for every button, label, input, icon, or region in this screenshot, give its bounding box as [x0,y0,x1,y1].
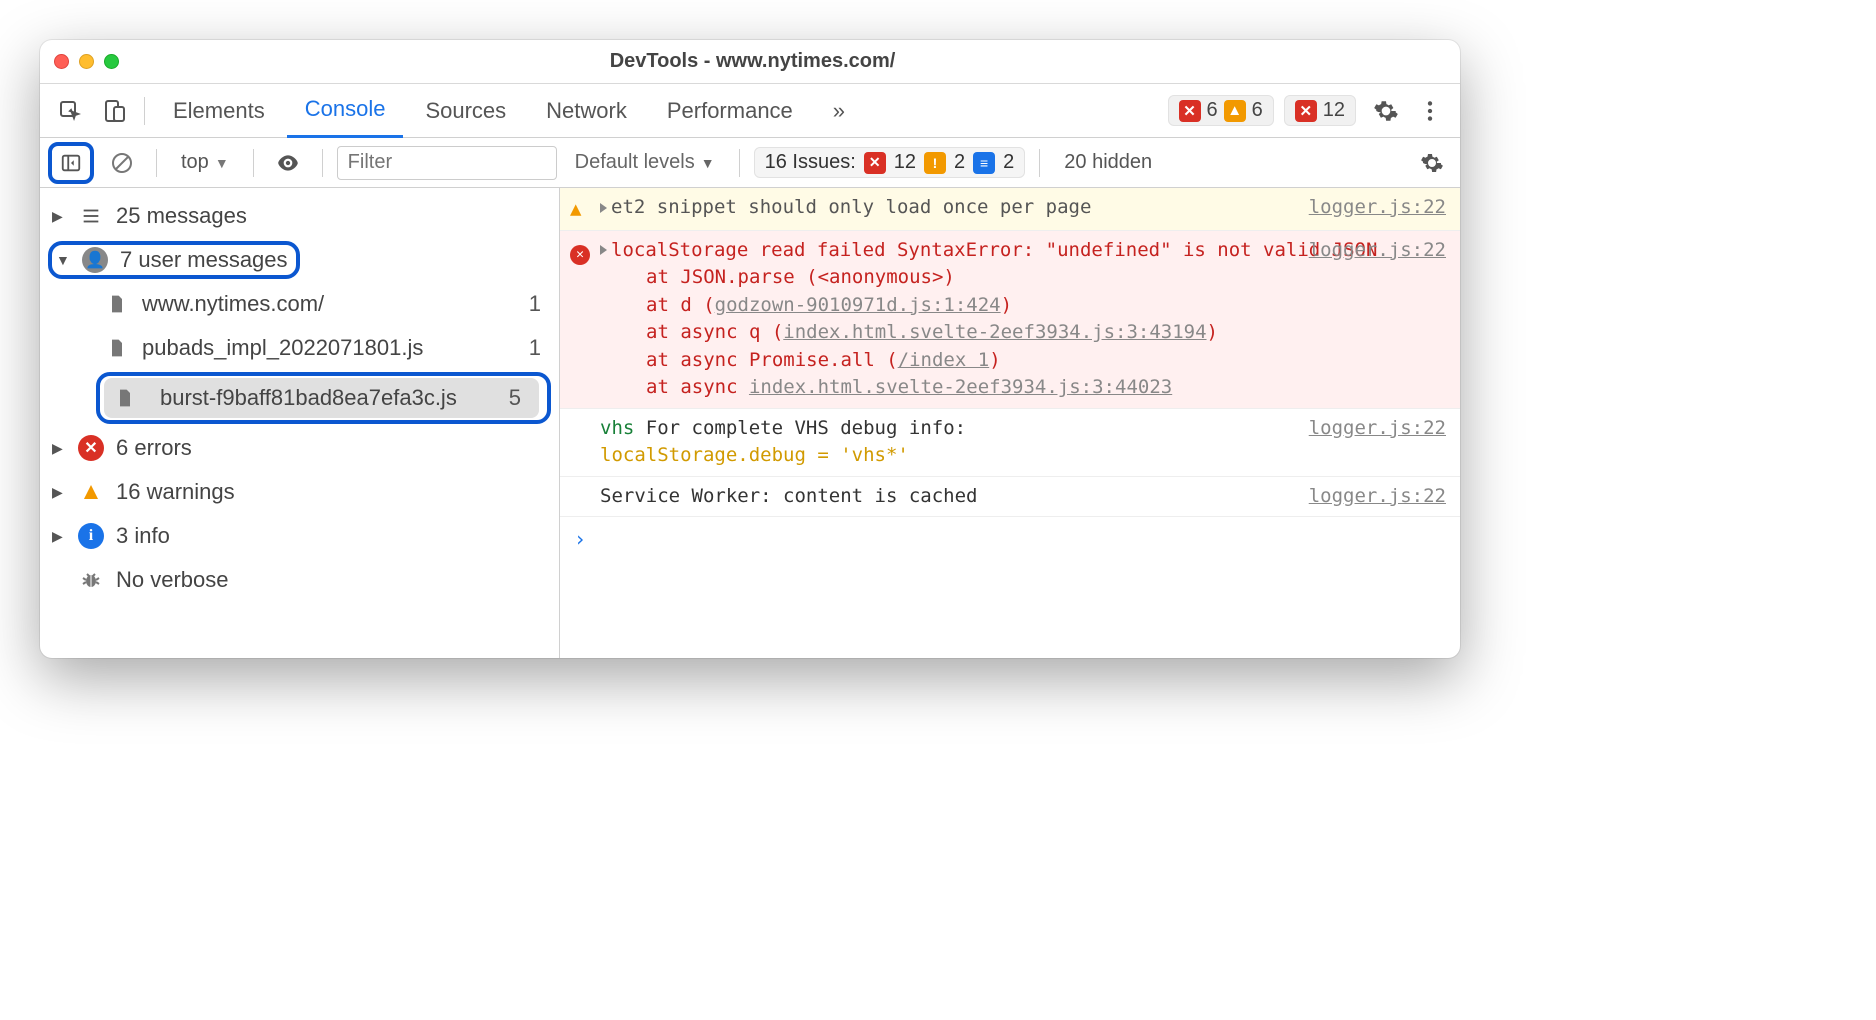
issues-counter[interactable]: 16 Issues: ✕12 !2 ≡2 [754,147,1026,178]
context-selector[interactable]: top ▼ [171,146,239,180]
tab-sources[interactable]: Sources [407,84,524,138]
console-message-log[interactable]: Service Worker: content is cached logger… [560,477,1460,518]
info-icon: i [78,523,104,549]
titlebar: DevTools - www.nytimes.com/ [40,40,1460,84]
log-levels-selector[interactable]: Default levels ▼ [565,146,725,180]
clear-console-icon[interactable] [102,143,142,183]
hidden-count[interactable]: 20 hidden [1054,146,1162,180]
window-title: DevTools - www.nytimes.com/ [119,50,1386,73]
warning-icon: ▲ [570,194,590,224]
sidebar-toggle-highlight [48,142,94,184]
sidebar-verbose[interactable]: No verbose [40,558,559,602]
error-icon: ✕ [1179,100,1201,122]
expand-caret-icon[interactable] [600,245,607,255]
settings-gear-icon[interactable] [1366,91,1406,131]
console-message-warning[interactable]: ▲ et2 snippet should only load once per … [560,188,1460,231]
console-prompt[interactable]: › [560,517,1460,562]
stack-link[interactable]: godzown-9010971d.js:1:424 [715,294,1001,316]
main-split: 25 messages 👤 7 user messages www.nytime… [40,188,1460,658]
console-sidebar: 25 messages 👤 7 user messages www.nytime… [40,188,560,658]
caret-icon [52,208,66,225]
error-icon: ✕ [864,152,886,174]
selected-file-highlight: burst-f9baff81bad8ea7efa3c.js 5 [96,372,551,424]
stack-link[interactable]: index.html.svelte-2eef3934.js:3:44023 [749,376,1172,398]
sidebar-user-messages[interactable]: 👤 7 user messages [40,238,559,282]
sidebar-toggle-icon[interactable] [56,148,86,178]
source-link[interactable]: logger.js:22 [1309,194,1446,222]
caret-icon [52,484,66,501]
sidebar-messages[interactable]: 25 messages [40,194,559,238]
caret-icon [52,528,66,545]
source-link[interactable]: logger.js:22 [1309,483,1446,511]
extension-error-icon: ✕ [1295,100,1317,122]
warning-icon: ▲ [78,479,104,505]
source-link[interactable]: logger.js:22 [1309,415,1446,443]
sidebar-warnings[interactable]: ▲ 16 warnings [40,470,559,514]
stack-link[interactable]: /index 1 [898,349,990,371]
bug-icon [78,567,104,593]
stack-link[interactable]: index.html.svelte-2eef3934.js:3:43194 [783,321,1206,343]
devtools-window: DevTools - www.nytimes.com/ Elements Con… [40,40,1460,658]
sidebar-file-item[interactable]: pubads_impl_2022071801.js 1 [40,326,559,370]
sidebar-errors[interactable]: ✕ 6 errors [40,426,559,470]
file-icon [112,385,138,411]
sidebar-file-item-selected[interactable]: burst-f9baff81bad8ea7efa3c.js 5 [104,378,539,418]
expand-caret-icon[interactable] [600,203,607,213]
filter-input[interactable] [337,146,557,180]
console-settings-gear-icon[interactable] [1412,143,1452,183]
panel-tabs: Elements Console Sources Network Perform… [40,84,1460,138]
sidebar-info[interactable]: i 3 info [40,514,559,558]
warning-icon: ▲ [1224,100,1246,122]
user-icon: 👤 [82,247,108,273]
chevron-down-icon: ▼ [701,155,715,171]
source-link[interactable]: logger.js:22 [1309,237,1446,265]
console-messages: ▲ et2 snippet should only load once per … [560,188,1460,658]
live-expression-icon[interactable] [268,143,308,183]
extension-errors-badge[interactable]: ✕12 [1284,95,1356,126]
close-window-button[interactable] [54,54,69,69]
tab-network[interactable]: Network [528,84,645,138]
zoom-window-button[interactable] [104,54,119,69]
log-tag: vhs [600,417,634,439]
error-icon: ✕ [570,237,590,402]
log-code: localStorage.debug = 'vhs*' [600,444,909,466]
caret-icon [52,440,66,457]
warning-icon: ! [924,152,946,174]
console-message-log[interactable]: vhs For complete VHS debug info: localSt… [560,409,1460,477]
minimize-window-button[interactable] [79,54,94,69]
list-icon [78,203,104,229]
stack-trace: at JSON.parse (<anonymous>) at d (godzow… [600,264,1448,402]
inspect-icon[interactable] [50,91,90,131]
user-messages-highlight: 👤 7 user messages [48,241,300,279]
tab-performance[interactable]: Performance [649,84,811,138]
more-menu-icon[interactable] [1410,91,1450,131]
tab-console[interactable]: Console [287,84,404,138]
console-message-error[interactable]: ✕ localStorage read failed SyntaxError: … [560,231,1460,409]
tab-elements[interactable]: Elements [155,84,283,138]
file-icon [104,291,130,317]
window-controls [54,54,119,69]
console-toolbar: top ▼ Default levels ▼ 16 Issues: ✕12 !2… [40,138,1460,188]
caret-icon [56,252,70,268]
errors-warnings-badge[interactable]: ✕6 ▲6 [1168,95,1274,126]
chevron-down-icon: ▼ [215,155,229,171]
tabs-overflow[interactable]: » [815,84,863,138]
sidebar-file-item[interactable]: www.nytimes.com/ 1 [40,282,559,326]
info-icon: ≡ [973,152,995,174]
file-icon [104,335,130,361]
device-toggle-icon[interactable] [94,91,134,131]
error-icon: ✕ [78,435,104,461]
